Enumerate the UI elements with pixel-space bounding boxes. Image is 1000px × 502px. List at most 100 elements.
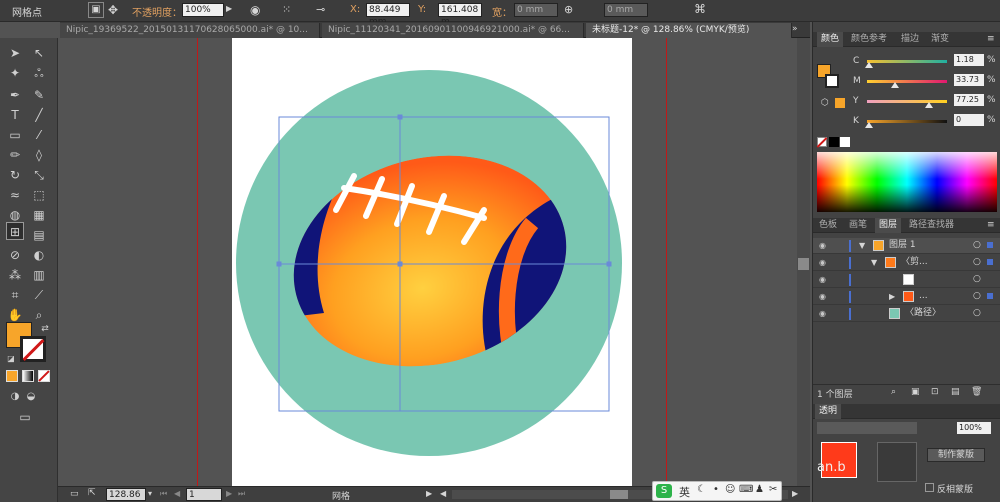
line-tool-icon[interactable]: ╱: [30, 106, 48, 124]
channel-k-thumb[interactable]: [865, 122, 873, 128]
direct-selection-tool-icon[interactable]: ↖: [30, 44, 48, 62]
none-swatch[interactable]: [816, 137, 828, 148]
artwork[interactable]: [232, 38, 632, 486]
color-spectrum[interactable]: [817, 152, 997, 212]
draw-inside-icon[interactable]: ◒: [22, 388, 40, 406]
perspective-grid-icon[interactable]: ▦: [30, 206, 48, 224]
symbol-sprayer-icon[interactable]: ⁂: [6, 266, 24, 284]
last-page-icon[interactable]: ⏭: [238, 489, 245, 499]
tab-color[interactable]: 颜色: [817, 32, 844, 47]
visibility-eye-icon[interactable]: ◉: [819, 275, 829, 284]
channel-c-slider[interactable]: [867, 60, 947, 63]
screen-mode-icon[interactable]: ▭: [16, 408, 34, 426]
lasso-icon[interactable]: ஃ: [30, 64, 48, 82]
target-icon[interactable]: ○: [973, 238, 981, 253]
reference-point-icon[interactable]: ⁙: [282, 3, 291, 16]
rectangle-tool-icon[interactable]: ▭: [6, 126, 24, 144]
channel-k-input[interactable]: 0: [954, 114, 984, 126]
target-icon[interactable]: ○: [973, 289, 981, 304]
tab-swatches[interactable]: 色板: [815, 218, 841, 233]
visibility-eye-icon[interactable]: ◉: [819, 309, 829, 318]
out-of-gamut-icon[interactable]: ⬡: [821, 98, 829, 108]
vertical-scrollbar[interactable]: [797, 38, 810, 486]
layer-name[interactable]: 〈剪...: [901, 255, 928, 270]
ime-language-label[interactable]: 英: [679, 484, 690, 500]
next-page-icon[interactable]: ▶: [226, 489, 232, 498]
selection-indicator[interactable]: [987, 242, 993, 248]
channel-m-slider[interactable]: [867, 80, 947, 83]
expand-arrow-icon[interactable]: ▼: [871, 255, 877, 270]
new-layer-icon[interactable]: ▤: [951, 387, 960, 397]
opacity-dropdown-icon[interactable]: ▶: [226, 4, 232, 13]
layer-row-3[interactable]: ◉ ○: [813, 272, 1000, 288]
gradient-tool-icon[interactable]: ▤: [30, 226, 48, 244]
channel-c-input[interactable]: 1.18: [954, 54, 984, 66]
panel-menu-icon[interactable]: ≡: [987, 34, 995, 44]
transform-icon[interactable]: ✥: [108, 3, 118, 17]
zoom-input[interactable]: 128.86: [106, 488, 146, 501]
layer-row-2[interactable]: ◉ ▼ 〈剪... ○: [813, 255, 1000, 271]
scroll-thumb[interactable]: [798, 258, 809, 270]
transparency-opacity-input[interactable]: 100%: [957, 422, 991, 434]
tab-transparency[interactable]: 透明: [815, 404, 842, 419]
scale-tool-icon[interactable]: ⤡: [30, 166, 48, 184]
black-swatch[interactable]: [829, 137, 839, 147]
visibility-eye-icon[interactable]: ◉: [819, 241, 829, 250]
column-graph-icon[interactable]: ▥: [30, 266, 48, 284]
pen-tool-icon[interactable]: ✒: [6, 86, 24, 104]
default-colors-icon[interactable]: ◪: [2, 350, 20, 368]
blend-tool-icon[interactable]: ◐: [30, 246, 48, 264]
layer-name[interactable]: ...: [919, 289, 928, 304]
color-stroke-swatch[interactable]: [825, 74, 839, 88]
share-icon[interactable]: ▭: [70, 489, 79, 499]
stroke-swatch[interactable]: [20, 336, 46, 362]
paintbrush-icon[interactable]: ⁄: [30, 126, 48, 144]
tab-document-2[interactable]: Nipic_11120341_20160901100946921000.ai* …: [322, 23, 584, 38]
warp-tool-icon[interactable]: ≈: [6, 186, 24, 204]
expand-arrow-icon[interactable]: ▼: [859, 238, 865, 253]
tab-stroke[interactable]: 描边: [897, 32, 923, 47]
width-input[interactable]: 0 mm: [514, 3, 558, 17]
tab-gradient[interactable]: 渐变: [927, 32, 953, 47]
ime-emoji-icon[interactable]: ☺: [725, 484, 735, 495]
layer-row-1[interactable]: ◉ ▼ 图层 1 ○: [813, 238, 1000, 254]
hscroll-right-icon[interactable]: ▶: [792, 489, 798, 498]
channel-m-input[interactable]: 33.73: [954, 74, 984, 86]
delete-layer-icon[interactable]: 🗑: [971, 387, 982, 397]
tab-pathfinder[interactable]: 路径查找器: [905, 218, 958, 233]
channel-m-thumb[interactable]: [891, 82, 899, 88]
zoom-dropdown-icon[interactable]: ▾: [148, 489, 152, 498]
channel-k-slider[interactable]: [867, 120, 947, 123]
layer-name[interactable]: 〈路径〉: [905, 306, 941, 321]
curvature-tool-icon[interactable]: ✎: [30, 86, 48, 104]
tab-document-3[interactable]: 未标题-12* @ 128.86% (CMYK/预览): [586, 23, 792, 38]
gradient-mode-button[interactable]: [22, 370, 34, 382]
status-menu-icon[interactable]: ▶: [426, 489, 432, 498]
none-mode-button[interactable]: [38, 370, 50, 382]
make-mask-button[interactable]: 制作蒙版: [927, 448, 985, 462]
eraser-icon[interactable]: ◊: [30, 146, 48, 164]
target-icon[interactable]: ○: [973, 306, 981, 321]
export-icon[interactable]: ⇱: [88, 488, 96, 498]
channel-y-input[interactable]: 77.25: [954, 94, 984, 106]
hscroll-thumb[interactable]: [610, 490, 628, 499]
ime-keyboard-icon[interactable]: ⌨: [739, 484, 753, 495]
opacity-input[interactable]: 100%: [182, 3, 224, 17]
layer-row-4[interactable]: ◉ ▶ ... ○: [813, 289, 1000, 305]
layers-menu-icon[interactable]: ≡: [987, 220, 995, 230]
first-page-icon[interactable]: ⏮: [160, 489, 167, 499]
selection-indicator[interactable]: [987, 293, 993, 299]
white-swatch[interactable]: [840, 137, 850, 147]
target-icon[interactable]: ○: [973, 255, 981, 270]
visibility-eye-icon[interactable]: ◉: [819, 258, 829, 267]
tab-document-1[interactable]: Nipic_19369522_20150131170628065000.ai* …: [60, 23, 320, 38]
ime-punct-icon[interactable]: •: [713, 484, 719, 495]
artboard-tool-icon[interactable]: ⌗: [6, 286, 24, 304]
isolate-icon[interactable]: ⌘: [694, 2, 706, 16]
ime-tools-icon[interactable]: ✂: [769, 484, 777, 495]
recolor-icon[interactable]: ◉: [250, 3, 260, 17]
color-mode-button[interactable]: [6, 370, 18, 382]
y-input[interactable]: 161.408 m: [438, 3, 482, 27]
channel-y-slider[interactable]: [867, 100, 947, 103]
type-tool-icon[interactable]: T: [6, 106, 24, 124]
